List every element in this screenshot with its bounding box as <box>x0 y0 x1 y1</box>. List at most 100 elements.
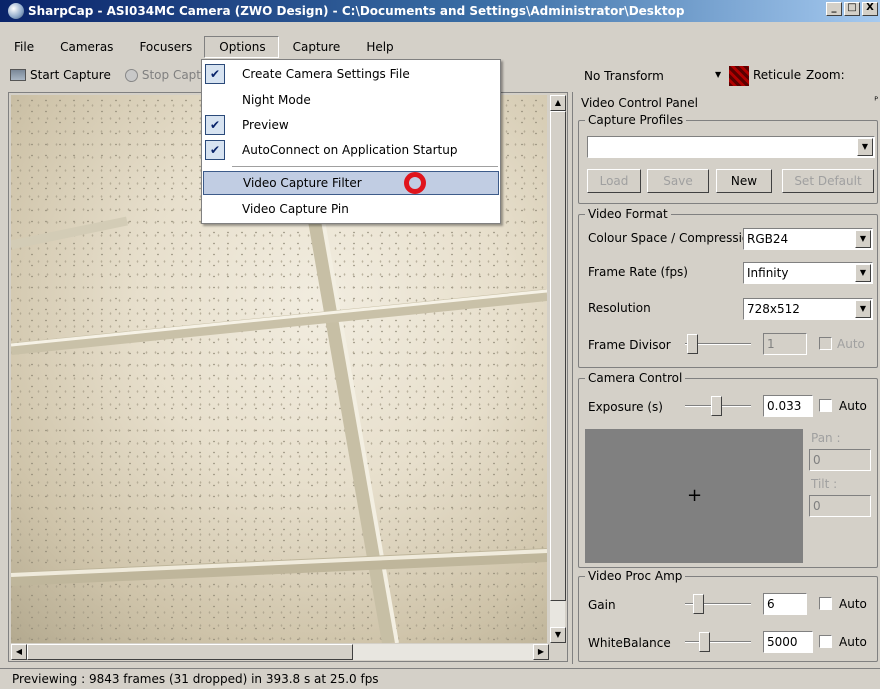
frame-divisor-field[interactable]: 1 <box>763 333 807 355</box>
chevron-down-icon[interactable]: ▼ <box>855 264 871 282</box>
gain-slider-thumb[interactable] <box>693 594 704 614</box>
frame-rate-label: Frame Rate (fps) <box>588 265 688 279</box>
save-profile-button[interactable]: Save <box>647 169 709 193</box>
menu-options[interactable]: Options <box>204 36 279 58</box>
set-default-profile-button[interactable]: Set Default <box>782 169 874 193</box>
frame-divisor-label: Frame Divisor <box>588 338 671 352</box>
check-icon: ✔ <box>205 140 225 160</box>
white-balance-label: WhiteBalance <box>588 636 671 650</box>
stop-icon <box>124 68 138 82</box>
menu-item-video-capture-filter[interactable]: Video Capture Filter <box>203 171 499 195</box>
camera-icon <box>10 69 26 81</box>
title-bar: SharpCap - ASI034MC Camera (ZWO Design) … <box>0 0 880 22</box>
status-text: Previewing : 9843 frames (31 dropped) in… <box>12 672 379 686</box>
white-balance-auto-label: Auto <box>839 635 867 649</box>
camera-control-title: Camera Control <box>585 371 686 385</box>
tilt-field[interactable]: 0 <box>809 495 871 517</box>
pan-label: Pan : <box>811 431 841 445</box>
exposure-auto-label: Auto <box>839 399 867 413</box>
menu-file[interactable]: File <box>0 36 46 58</box>
reticule-label[interactable]: Reticule <box>753 68 801 82</box>
video-format-title: Video Format <box>585 207 671 221</box>
scroll-up-icon[interactable]: ▲ <box>550 95 566 111</box>
status-bar: Previewing : 9843 frames (31 dropped) in… <box>0 668 880 689</box>
crosshair-icon: + <box>687 485 703 506</box>
exposure-slider-thumb[interactable] <box>711 396 722 416</box>
frame-divisor-slider-thumb[interactable] <box>687 334 698 354</box>
stop-capture-button[interactable]: Stop Captu <box>115 68 213 82</box>
frame-divisor-auto-checkbox[interactable] <box>819 337 832 350</box>
scroll-left-icon[interactable]: ◀ <box>11 644 27 660</box>
pin-icon[interactable]: ᴾ <box>874 96 878 107</box>
exposure-label: Exposure (s) <box>588 400 663 414</box>
minimize-button[interactable]: _ <box>826 2 842 16</box>
menu-separator <box>232 166 498 167</box>
gain-auto-label: Auto <box>839 597 867 611</box>
capture-profiles-group: Capture Profiles ▼ Load Save New Set Def… <box>578 113 878 204</box>
capture-profiles-title: Capture Profiles <box>585 113 687 127</box>
camera-control-group: Camera Control Exposure (s) 0.033 Auto +… <box>578 371 878 568</box>
exposure-slider[interactable] <box>685 396 751 416</box>
check-icon: ✔ <box>205 64 225 84</box>
transform-select[interactable]: No Transform <box>580 66 726 86</box>
resolution-select[interactable]: 728x512 ▼ <box>743 298 873 320</box>
white-balance-slider[interactable] <box>685 632 751 652</box>
exposure-field[interactable]: 0.033 <box>763 395 813 417</box>
chevron-down-icon[interactable]: ▼ <box>715 70 721 79</box>
options-menu: ✔ Create Camera Settings File Night Mode… <box>201 59 501 224</box>
maximize-button[interactable]: □ <box>844 2 860 16</box>
horizontal-scroll-thumb[interactable] <box>27 644 353 660</box>
menu-item-create-camera-settings-file[interactable]: ✔ Create Camera Settings File <box>202 62 500 86</box>
pan-tilt-pad[interactable]: + <box>585 429 803 563</box>
menu-cameras[interactable]: Cameras <box>46 36 125 58</box>
start-capture-button[interactable]: Start Capture <box>0 68 115 82</box>
start-capture-label: Start Capture <box>30 68 111 82</box>
menu-item-preview[interactable]: ✔ Preview <box>202 113 500 137</box>
window-title: SharpCap - ASI034MC Camera (ZWO Design) … <box>28 4 685 18</box>
close-button[interactable]: X <box>862 2 878 16</box>
chevron-down-icon[interactable]: ▼ <box>855 230 871 248</box>
tilt-label: Tilt : <box>811 477 838 491</box>
frame-divisor-auto-label: Auto <box>837 337 865 351</box>
exposure-auto-checkbox[interactable] <box>819 399 832 412</box>
vertical-scrollbar[interactable]: ▲ ▼ <box>549 95 566 643</box>
video-proc-amp-title: Video Proc Amp <box>585 569 686 583</box>
chevron-down-icon[interactable]: ▼ <box>855 300 871 318</box>
menu-capture[interactable]: Capture <box>279 36 353 58</box>
chevron-down-icon[interactable]: ▼ <box>857 138 873 156</box>
window-controls: _ □ X <box>826 2 880 16</box>
colour-space-label: Colour Space / Compression <box>588 231 757 245</box>
video-proc-amp-group: Video Proc Amp Gain 6 Auto WhiteBalance … <box>578 569 878 662</box>
menu-focusers[interactable]: Focusers <box>125 36 204 58</box>
horizontal-scrollbar[interactable]: ◀ ▶ <box>11 644 549 660</box>
scroll-right-icon[interactable]: ▶ <box>533 644 549 660</box>
menu-item-video-capture-pin[interactable]: Video Capture Pin <box>202 197 500 221</box>
gain-auto-checkbox[interactable] <box>819 597 832 610</box>
white-balance-auto-checkbox[interactable] <box>819 635 832 648</box>
menu-help[interactable]: Help <box>352 36 405 58</box>
colour-space-select[interactable]: RGB24 ▼ <box>743 228 873 250</box>
gain-slider[interactable] <box>685 594 751 614</box>
white-balance-field[interactable]: 5000 <box>763 631 813 653</box>
menu-bar: File Cameras Focusers Options Capture He… <box>0 36 880 58</box>
menu-item-autoconnect[interactable]: ✔ AutoConnect on Application Startup <box>202 138 500 162</box>
pan-field[interactable]: 0 <box>809 449 871 471</box>
menu-item-night-mode[interactable]: Night Mode <box>202 88 500 112</box>
panel-title: Video Control Panel <box>581 96 698 110</box>
frame-rate-select[interactable]: Infinity ▼ <box>743 262 873 284</box>
scroll-down-icon[interactable]: ▼ <box>550 627 566 643</box>
app-icon <box>8 3 24 19</box>
click-marker-icon <box>404 172 426 194</box>
new-profile-button[interactable]: New <box>716 169 772 193</box>
resolution-label: Resolution <box>588 301 651 315</box>
white-balance-slider-thumb[interactable] <box>699 632 710 652</box>
vertical-scroll-thumb[interactable] <box>550 111 566 601</box>
zoom-label: Zoom: <box>806 68 845 82</box>
frame-divisor-slider[interactable] <box>685 334 751 354</box>
reticule-icon[interactable] <box>729 66 749 86</box>
gain-field[interactable]: 6 <box>763 593 807 615</box>
load-profile-button[interactable]: Load <box>587 169 641 193</box>
video-format-group: Video Format Colour Space / Compression … <box>578 207 878 368</box>
capture-profile-select[interactable]: ▼ <box>587 136 875 158</box>
gain-label: Gain <box>588 598 616 612</box>
